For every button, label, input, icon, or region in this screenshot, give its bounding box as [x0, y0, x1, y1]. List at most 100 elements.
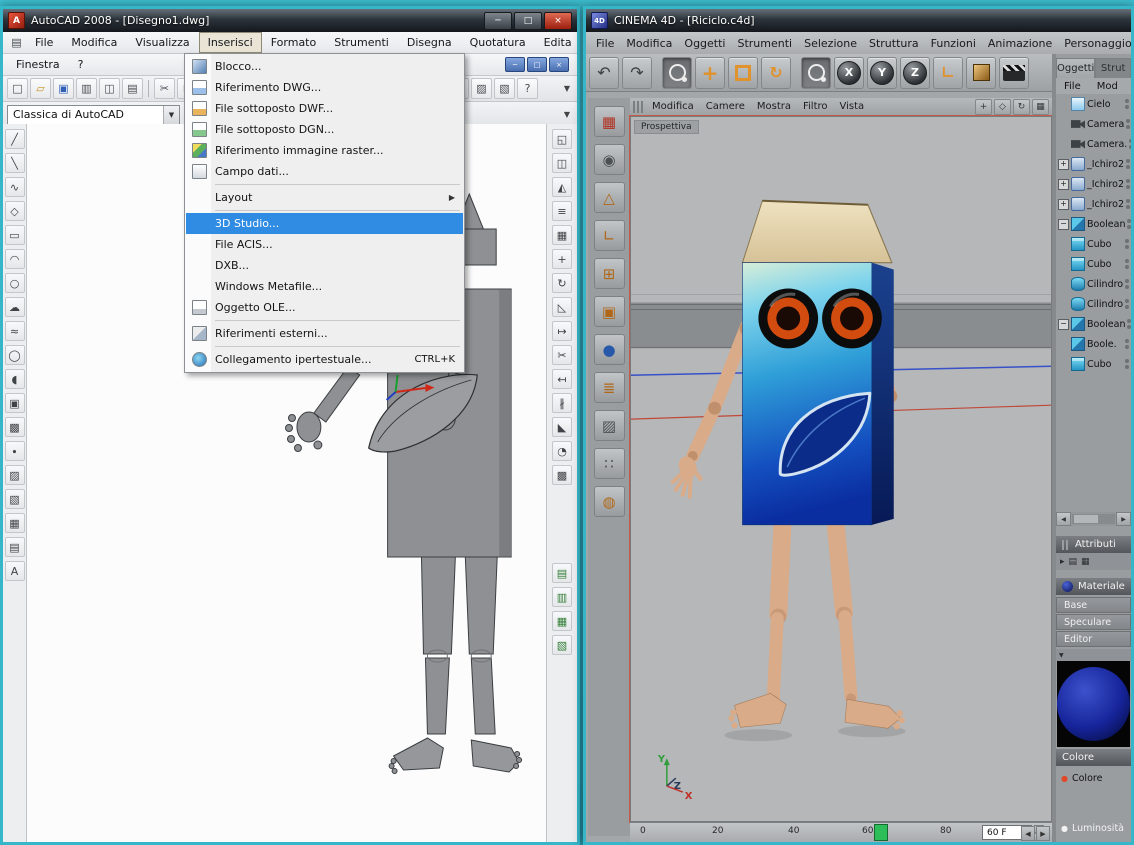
minimize-button[interactable]: ─: [484, 11, 512, 30]
menu-animazione[interactable]: Animazione: [982, 34, 1058, 53]
uv-mode-icon[interactable]: ▨: [593, 410, 625, 441]
redo-button[interactable]: ↷: [622, 56, 652, 89]
lock-y-axis-button[interactable]: Y: [867, 56, 897, 89]
visibility-dots-icon[interactable]: [1129, 139, 1131, 149]
menu-item-campo-dati[interactable]: Campo dati...: [186, 161, 463, 182]
stretch-icon[interactable]: ↦: [552, 321, 572, 341]
mdi-close-button[interactable]: ×: [549, 57, 569, 72]
object-mode-icon[interactable]: ▣: [593, 296, 625, 327]
timeline-back-icon[interactable]: ◀: [1021, 826, 1035, 841]
gradient-icon[interactable]: ▧: [4, 489, 25, 509]
menu-personaggio[interactable]: Personaggio: [1058, 34, 1131, 53]
menu-formato[interactable]: Formato: [262, 32, 326, 53]
scale-button[interactable]: [728, 56, 758, 89]
scale-icon[interactable]: ◺: [552, 297, 572, 317]
menu-inserisci[interactable]: Inserisci: [198, 32, 262, 53]
visibility-dots-icon[interactable]: [1125, 279, 1131, 289]
polygons-mode-icon[interactable]: ≣: [593, 372, 625, 403]
lock-x-axis-button[interactable]: X: [834, 56, 864, 89]
plot-button[interactable]: ▥: [76, 78, 97, 99]
fillet-icon[interactable]: ◔: [552, 441, 572, 461]
break-icon[interactable]: ∦: [552, 393, 572, 413]
tree-item-camera[interactable]: Camera.: [1056, 134, 1131, 154]
menu-visualizza[interactable]: Visualizza: [126, 32, 198, 53]
erase-icon[interactable]: ◱: [552, 129, 572, 149]
maximize-button[interactable]: □: [514, 11, 542, 30]
visibility-dots-icon[interactable]: [1127, 219, 1131, 229]
toggle-views-icon[interactable]: ▦: [1032, 98, 1049, 115]
tree-item-boole[interactable]: Boole.: [1056, 334, 1131, 354]
line-icon[interactable]: ╱: [4, 129, 25, 149]
tree-item-ichiro2[interactable]: + _Ichiro2: [1056, 194, 1131, 214]
autocad-titlebar[interactable]: A AutoCAD 2008 - [Disegno1.dwg] ─ □ ×: [3, 9, 577, 32]
viewport-menu-vista[interactable]: Vista: [834, 99, 871, 114]
zoom-view-icon[interactable]: ◇: [994, 98, 1011, 115]
move-icon[interactable]: +: [552, 249, 572, 269]
expand-icon[interactable]: +: [1058, 158, 1069, 170]
toolbar-overflow-icon[interactable]: ▼: [561, 110, 573, 119]
menu-item-windows-metafile[interactable]: Windows Metafile...: [186, 276, 463, 297]
animation-timeline[interactable]: 0 20 40 60 80 60 F ▲ ▼ ◀ ▶: [630, 822, 1052, 842]
om-menu-modifica[interactable]: Mod: [1089, 80, 1126, 93]
ellipse-icon[interactable]: ◯: [4, 345, 25, 365]
layer-freeze-icon[interactable]: ▥: [552, 587, 572, 607]
toolbar-overflow-icon[interactable]: ▼: [561, 84, 573, 93]
make-editable-icon[interactable]: ◉: [593, 144, 625, 175]
menu-file[interactable]: File: [590, 34, 620, 53]
pan-view-icon[interactable]: +: [975, 98, 992, 115]
menu-item-oggetto-ole[interactable]: Oggetto OLE...: [186, 297, 463, 318]
save-button[interactable]: ▣: [53, 78, 74, 99]
layer-lock-icon[interactable]: ▧: [552, 635, 572, 655]
mdi-minimize-button[interactable]: ─: [505, 57, 525, 72]
menu-quotatura[interactable]: Quotatura: [461, 32, 535, 53]
tree-item-ichiro2[interactable]: + _Ichiro2: [1056, 174, 1131, 194]
points-mode-icon[interactable]: ∷: [593, 448, 625, 479]
polygon-icon[interactable]: ◇: [4, 201, 25, 221]
object-manager-scrollbar[interactable]: ◀ ▶: [1056, 512, 1131, 526]
tree-item-cilindro[interactable]: Cilindro: [1056, 294, 1131, 314]
menu-finestra[interactable]: Finestra: [7, 54, 69, 75]
open-button[interactable]: ▱: [30, 78, 51, 99]
tree-item-boolean[interactable]: − Boolean: [1056, 214, 1131, 234]
attributes-panel-header[interactable]: Attributi: [1056, 536, 1131, 553]
chamfer-icon[interactable]: ◣: [552, 417, 572, 437]
tree-item-cubo[interactable]: Cubo: [1056, 234, 1131, 254]
polyline-icon[interactable]: ∿: [4, 177, 25, 197]
collapse-icon[interactable]: −: [1058, 218, 1069, 230]
rotate-button[interactable]: ↻: [761, 56, 791, 89]
live-selection-button[interactable]: [662, 56, 692, 89]
channel-toggle-icon[interactable]: ●: [1061, 824, 1068, 833]
make-block-icon[interactable]: ▩: [4, 417, 25, 437]
material-tab-speculare[interactable]: Speculare: [1056, 614, 1131, 630]
perspective-viewport[interactable]: Prospettiva Y Z X: [629, 115, 1053, 823]
visibility-dots-icon[interactable]: [1126, 119, 1131, 129]
color-section-header[interactable]: Colore: [1056, 749, 1131, 766]
current-frame-marker[interactable]: [874, 824, 888, 841]
attr-expand-icon[interactable]: ▸: [1060, 557, 1065, 567]
channel-enabled-icon[interactable]: ●: [1061, 774, 1068, 783]
multiline-text-icon[interactable]: A: [4, 561, 25, 581]
expand-icon[interactable]: +: [1058, 198, 1069, 210]
material-tab-base[interactable]: Base: [1056, 597, 1131, 613]
combo-dropdown-icon[interactable]: ▼: [163, 105, 179, 124]
extend-icon[interactable]: ↤: [552, 369, 572, 389]
preview-collapse-icon[interactable]: ▼: [1059, 652, 1064, 659]
rotate-view-icon[interactable]: ↻: [1013, 98, 1030, 115]
visibility-dots-icon[interactable]: [1125, 299, 1131, 309]
menu-funzioni[interactable]: Funzioni: [925, 34, 982, 53]
visibility-dots-icon[interactable]: [1125, 239, 1131, 249]
material-preview[interactable]: [1057, 661, 1130, 747]
move-button[interactable]: +: [695, 56, 725, 89]
attr-lock-icon[interactable]: ▦: [1081, 557, 1090, 567]
publish-button[interactable]: ▤: [122, 78, 143, 99]
drag-handle-icon[interactable]: [1062, 539, 1070, 550]
visibility-dots-icon[interactable]: [1127, 319, 1131, 329]
viewport-menu-filtro[interactable]: Filtro: [797, 99, 834, 114]
sheetset-manager-button[interactable]: ▨: [471, 78, 492, 99]
offset-icon[interactable]: ≡: [552, 201, 572, 221]
visibility-dots-icon[interactable]: [1126, 179, 1131, 189]
undo-button[interactable]: ↶: [589, 56, 619, 89]
help-button[interactable]: ?: [517, 78, 538, 99]
viewport-menu-mostra[interactable]: Mostra: [751, 99, 797, 114]
menu-oggetti[interactable]: Oggetti: [678, 34, 731, 53]
